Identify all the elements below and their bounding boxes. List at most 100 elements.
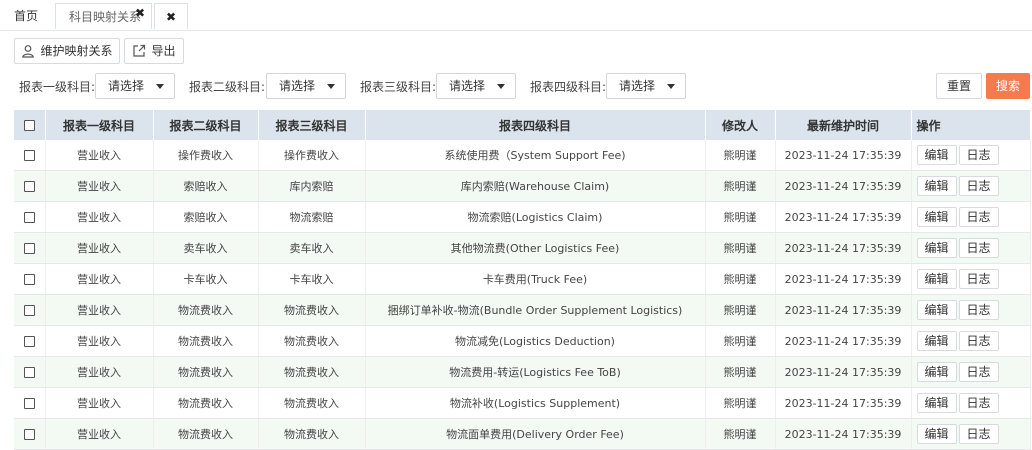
log-button[interactable]: 日志 (958, 331, 999, 351)
export-button[interactable]: 导出 (124, 38, 184, 64)
cell-updated-time: 2023-11-24 17:35:39 (775, 325, 912, 357)
tab-subject-mapping[interactable]: 科目映射关系 ✖ (55, 3, 152, 29)
cell-level3: 库内索赔 (258, 170, 366, 202)
filter-level2-label: 报表二级科目: (189, 80, 266, 94)
cell-level2: 物流费收入 (153, 356, 259, 388)
cell-level1: 营业收入 (45, 387, 154, 419)
filter-level1-select[interactable]: 请选择 (95, 73, 175, 99)
cell-level1: 营业收入 (45, 294, 154, 326)
cell-level1: 营业收入 (45, 325, 154, 357)
cell-updated-time: 2023-11-24 17:35:39 (775, 294, 912, 326)
log-button[interactable]: 日志 (958, 269, 999, 289)
cell-level1: 营业收入 (45, 356, 154, 388)
cell-level2: 索赔收入 (153, 201, 259, 233)
filter-level3-label: 报表三级科目: (360, 80, 437, 94)
cell-level4: 其他物流费(Other Logistics Fee) (365, 232, 706, 264)
filter-level2-select[interactable]: 请选择 (266, 73, 346, 99)
row-checkbox[interactable] (23, 398, 35, 409)
reset-button[interactable]: 重置 (936, 73, 982, 99)
cell-modifier: 熊明谨 (705, 201, 776, 233)
cell-modifier: 熊明谨 (705, 325, 776, 357)
row-checkbox[interactable] (23, 305, 35, 316)
cell-updated-time: 2023-11-24 17:35:39 (775, 263, 912, 295)
row-checkbox[interactable] (23, 243, 35, 254)
export-icon (132, 44, 146, 58)
log-button[interactable]: 日志 (958, 362, 999, 382)
table-row: 营业收入 索赔收入 库内索赔 库内索赔(Warehouse Claim) 熊明谨… (14, 170, 1031, 202)
chevron-down-icon (497, 84, 505, 89)
cell-level4: 卡车费用(Truck Fee) (365, 263, 706, 295)
log-button[interactable]: 日志 (958, 176, 999, 196)
user-icon (21, 44, 35, 58)
edit-button[interactable]: 编辑 (916, 424, 957, 444)
row-checkbox[interactable] (23, 274, 35, 285)
cell-level4: 物流索赔(Logistics Claim) (365, 201, 706, 233)
filter-level4-label: 报表四级科目: (530, 80, 607, 94)
filter-level4-value: 请选择 (619, 79, 656, 93)
cell-level3: 物流费收入 (258, 294, 366, 326)
log-button[interactable]: 日志 (958, 424, 999, 444)
edit-button[interactable]: 编辑 (916, 393, 957, 413)
filter-level4-select[interactable]: 请选择 (606, 73, 686, 99)
edit-button[interactable]: 编辑 (916, 145, 957, 165)
maintain-mapping-button[interactable]: 维护映射关系 (14, 38, 120, 64)
cell-level4: 系统使用费（System Support Fee) (365, 140, 706, 171)
cell-level4: 物流费用-转运(Logistics Fee ToB) (365, 356, 706, 388)
cell-level4: 捆绑订单补收-物流(Bundle Order Supplement Logist… (365, 294, 706, 326)
log-button[interactable]: 日志 (958, 207, 999, 227)
cell-updated-time: 2023-11-24 17:35:39 (775, 201, 912, 233)
cell-level1: 营业收入 (45, 140, 154, 171)
filter-level1-label: 报表一级科目: (19, 80, 96, 94)
row-checkbox[interactable] (23, 212, 35, 223)
cell-level1: 营业收入 (45, 201, 154, 233)
row-checkbox[interactable] (23, 367, 35, 378)
cell-level1: 营业收入 (45, 263, 154, 295)
row-checkbox[interactable] (23, 429, 35, 440)
edit-button[interactable]: 编辑 (916, 362, 957, 382)
log-button[interactable]: 日志 (958, 145, 999, 165)
cell-modifier: 熊明谨 (705, 356, 776, 388)
cell-level4: 物流补收(Logistics Supplement) (365, 387, 706, 419)
edit-button[interactable]: 编辑 (916, 207, 957, 227)
edit-button[interactable]: 编辑 (916, 238, 957, 258)
select-all-cell[interactable] (14, 110, 46, 140)
edit-button[interactable]: 编辑 (916, 331, 957, 351)
cell-level3: 操作费收入 (258, 140, 366, 171)
row-checkbox[interactable] (23, 336, 35, 347)
log-button[interactable]: 日志 (958, 393, 999, 413)
row-checkbox[interactable] (23, 150, 35, 161)
filter-level3-select[interactable]: 请选择 (436, 73, 516, 99)
col-level1: 报表一级科目 (45, 110, 154, 140)
cell-level1: 营业收入 (45, 170, 154, 202)
cell-level2: 操作费收入 (153, 140, 259, 171)
cell-level2: 物流费收入 (153, 418, 259, 450)
close-all-tabs-button[interactable]: ✖ (154, 3, 188, 29)
edit-button[interactable]: 编辑 (916, 176, 957, 196)
log-button[interactable]: 日志 (958, 300, 999, 320)
row-checkbox[interactable] (23, 181, 35, 192)
search-button[interactable]: 搜索 (986, 73, 1030, 99)
table-row: 营业收入 操作费收入 操作费收入 系统使用费（System Support Fe… (14, 140, 1031, 171)
cell-modifier: 熊明谨 (705, 140, 776, 171)
cell-modifier: 熊明谨 (705, 387, 776, 419)
chevron-down-icon (667, 84, 675, 89)
log-button[interactable]: 日志 (958, 238, 999, 258)
col-actions: 操作 (911, 110, 1031, 140)
filter-level2-value: 请选择 (279, 79, 316, 93)
close-tab-icon[interactable]: ✖ (135, 0, 145, 26)
table-row: 营业收入 物流费收入 物流费收入 捆绑订单补收-物流(Bundle Order … (14, 294, 1031, 326)
tab-bar: 首页 科目映射关系 ✖ ✖ (0, 0, 1032, 31)
edit-button[interactable]: 编辑 (916, 269, 957, 289)
table-row: 营业收入 卖车收入 卖车收入 其他物流费(Other Logistics Fee… (14, 232, 1031, 264)
edit-button[interactable]: 编辑 (916, 300, 957, 320)
export-label: 导出 (151, 44, 176, 58)
mapping-table: 报表一级科目 报表二级科目 报表三级科目 报表四级科目 修改人 最新维护时间 操… (14, 110, 1031, 450)
cell-updated-time: 2023-11-24 17:35:39 (775, 140, 912, 171)
cell-updated-time: 2023-11-24 17:35:39 (775, 387, 912, 419)
table-row: 营业收入 物流费收入 物流费收入 物流补收(Logistics Suppleme… (14, 387, 1031, 419)
cell-modifier: 熊明谨 (705, 418, 776, 450)
cell-updated-time: 2023-11-24 17:35:39 (775, 170, 912, 202)
select-all-checkbox[interactable] (23, 120, 35, 131)
cell-modifier: 熊明谨 (705, 170, 776, 202)
tab-home[interactable]: 首页 (6, 3, 46, 29)
